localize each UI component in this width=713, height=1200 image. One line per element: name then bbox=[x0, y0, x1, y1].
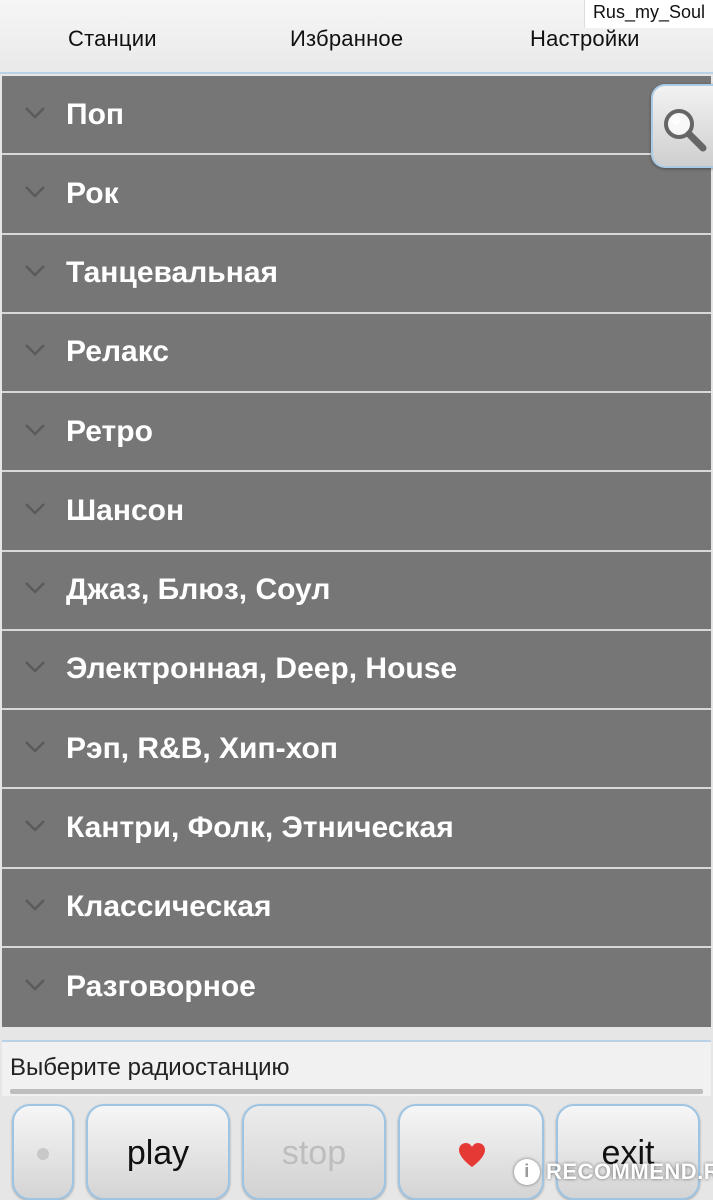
tab-favorites[interactable]: Избранное bbox=[290, 26, 403, 52]
chevron-down-icon bbox=[24, 581, 46, 595]
heart-icon bbox=[459, 1143, 485, 1167]
category-row-relax[interactable]: Релакс bbox=[2, 313, 711, 393]
status-text: Выберите радиостанцию bbox=[10, 1054, 290, 1081]
category-label: Рок bbox=[66, 176, 119, 210]
dot-icon bbox=[37, 1148, 49, 1160]
chevron-down-icon bbox=[24, 502, 46, 516]
stop-button-label: stop bbox=[281, 1134, 347, 1172]
category-label: Релакс bbox=[66, 335, 169, 369]
chevron-down-icon bbox=[24, 343, 46, 357]
category-label: Кантри, Фолк, Этническая bbox=[66, 810, 454, 844]
category-label: Ретро bbox=[66, 414, 153, 448]
chevron-down-icon bbox=[24, 264, 46, 278]
category-row-talk[interactable]: Разговорное bbox=[2, 947, 711, 1027]
chevron-down-icon bbox=[24, 978, 46, 992]
category-list: Поп Рок Танцевальная Релакс Ретро Шансон… bbox=[2, 76, 711, 1027]
category-row-classical[interactable]: Классическая bbox=[2, 868, 711, 948]
category-row-country[interactable]: Кантри, Фолк, Этническая bbox=[2, 789, 711, 869]
tab-stations[interactable]: Станции bbox=[68, 26, 157, 52]
recommend-watermark: i RECOMMEND.RU bbox=[514, 1154, 713, 1190]
chevron-down-icon bbox=[24, 106, 46, 120]
search-icon bbox=[664, 109, 707, 152]
tab-settings[interactable]: Настройки bbox=[530, 26, 640, 52]
recommend-watermark-text: RECOMMEND.RU bbox=[546, 1159, 713, 1184]
category-label: Поп bbox=[66, 97, 125, 131]
stop-button[interactable]: stop bbox=[242, 1104, 386, 1200]
chevron-down-icon bbox=[24, 660, 46, 674]
category-label: Электронная, Deep, House bbox=[66, 652, 458, 686]
category-label: Танцевальная bbox=[66, 256, 279, 290]
play-button[interactable]: play bbox=[86, 1104, 230, 1200]
status-divider bbox=[10, 1089, 703, 1094]
category-row-pop[interactable]: Поп bbox=[2, 76, 711, 156]
recommend-logo-icon: i bbox=[514, 1159, 540, 1185]
category-row-retro[interactable]: Ретро bbox=[2, 393, 711, 473]
search-button[interactable] bbox=[651, 84, 713, 168]
chevron-down-icon bbox=[24, 423, 46, 437]
category-row-chanson[interactable]: Шансон bbox=[2, 472, 711, 552]
play-button-label: play bbox=[126, 1134, 190, 1172]
recommend-logo-letter: i bbox=[524, 1161, 530, 1181]
category-row-rock[interactable]: Рок bbox=[2, 155, 711, 235]
category-label: Разговорное bbox=[66, 970, 256, 1004]
category-label: Рэп, R&B, Хип-хоп bbox=[66, 731, 338, 765]
chevron-down-icon bbox=[24, 898, 46, 912]
status-bar: Выберите радиостанцию bbox=[2, 1040, 711, 1096]
category-label: Классическая bbox=[66, 890, 272, 924]
category-row-jazz[interactable]: Джаз, Блюз, Соул bbox=[2, 551, 711, 631]
indicator-button[interactable] bbox=[12, 1104, 74, 1200]
category-row-dance[interactable]: Танцевальная bbox=[2, 234, 711, 314]
chevron-down-icon bbox=[24, 819, 46, 833]
category-label: Джаз, Блюз, Соул bbox=[66, 573, 331, 607]
category-row-electronic[interactable]: Электронная, Deep, House bbox=[2, 630, 711, 710]
author-watermark: Rus_my_Soul bbox=[583, 0, 713, 28]
category-row-rap[interactable]: Рэп, R&B, Хип-хоп bbox=[2, 710, 711, 790]
chevron-down-icon bbox=[24, 185, 46, 199]
chevron-down-icon bbox=[24, 740, 46, 754]
category-label: Шансон bbox=[66, 493, 185, 527]
